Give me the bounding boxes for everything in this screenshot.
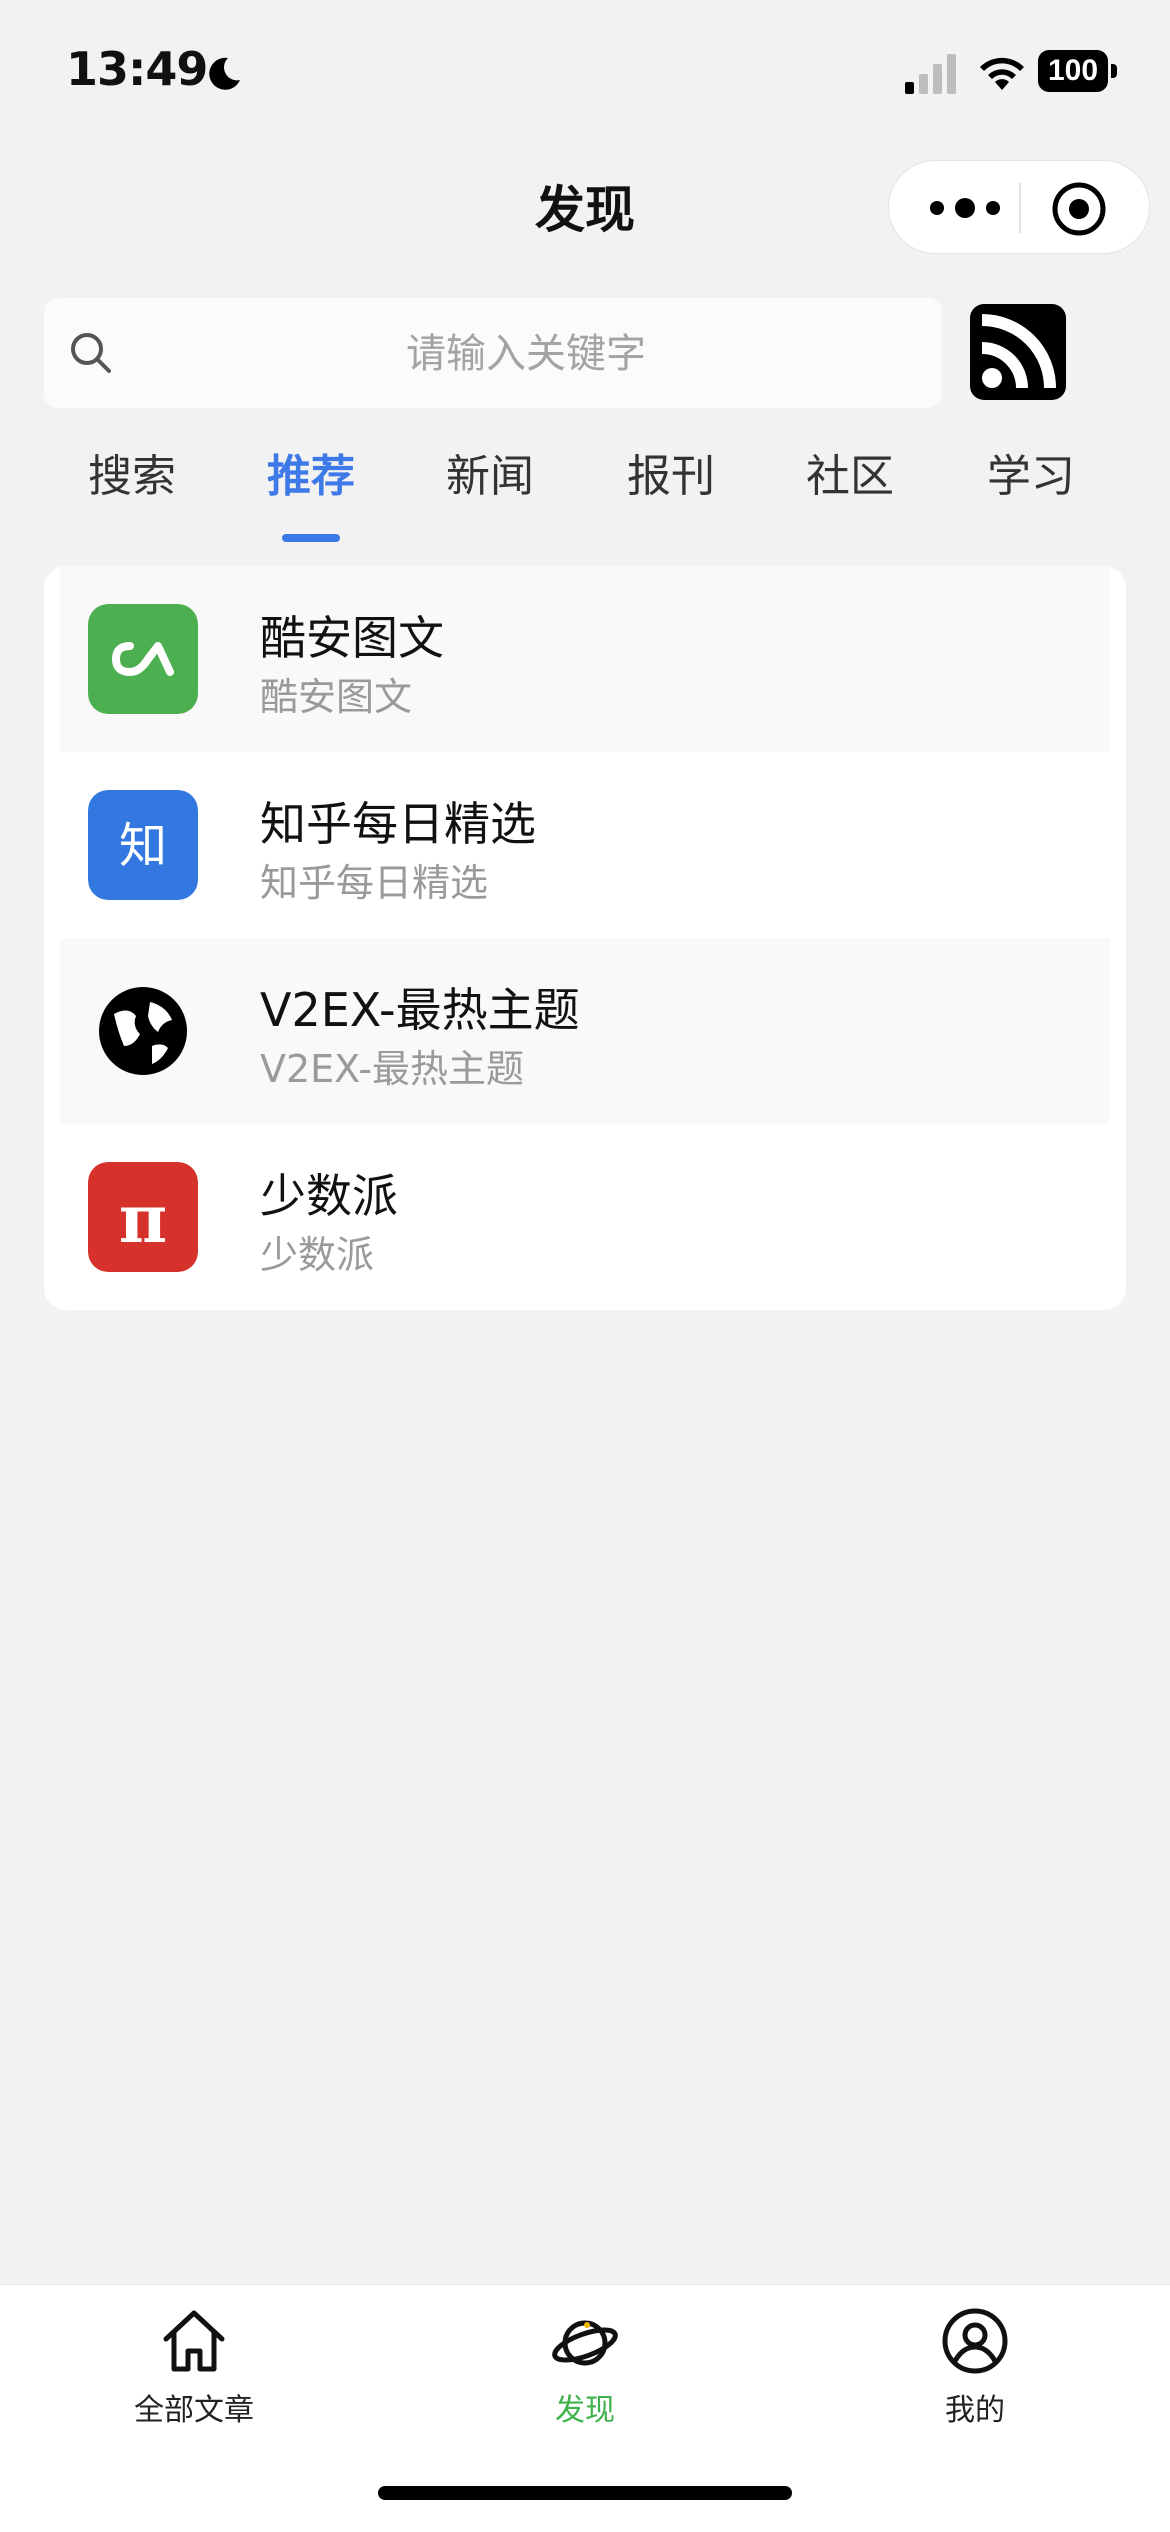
feed-title: 少数派 — [260, 1169, 398, 1223]
battery-nub — [1111, 64, 1117, 78]
globe-icon — [99, 987, 187, 1075]
sspai-icon: π — [88, 1162, 198, 1272]
tabbar-label: 全部文章 — [134, 2393, 254, 2428]
tabbar-label: 发现 — [555, 2393, 615, 2428]
feed-subtitle: 少数派 — [260, 1233, 375, 1277]
sspai-icon-glyph: π — [119, 1180, 167, 1258]
search-icon — [71, 333, 111, 373]
tabbar-mine[interactable]: 我的 — [855, 2305, 1095, 2429]
capsule-divider — [1019, 183, 1021, 233]
feed-item-v2ex[interactable]: V2EX-最热主题 V2EX-最热主题 — [60, 938, 1110, 1124]
tab-community[interactable]: 社区 — [806, 440, 894, 504]
user-icon — [942, 2308, 1008, 2374]
moon-icon — [209, 57, 240, 90]
search-input[interactable] — [134, 298, 918, 410]
tab-study[interactable]: 学习 — [987, 440, 1075, 504]
feed-title: V2EX-最热主题 — [260, 983, 580, 1037]
zhihu-icon-glyph: 知 — [119, 818, 167, 874]
zhihu-icon: 知 — [88, 790, 198, 900]
more-icon[interactable] — [925, 191, 1025, 225]
feed-title: 酷安图文 — [260, 611, 444, 665]
miniprogram-capsule — [888, 160, 1150, 254]
active-tab-indicator — [282, 534, 340, 542]
rss-icon[interactable] — [970, 304, 1066, 400]
battery-indicator: 100 — [1038, 50, 1118, 94]
feed-item-coolapk[interactable]: 酷安图文 酷安图文 — [60, 566, 1110, 752]
tabbar-label: 我的 — [945, 2393, 1005, 2428]
status-time: 13:49 — [66, 42, 208, 96]
tab-newspapers[interactable]: 报刊 — [627, 440, 715, 504]
tabbar-discover[interactable]: 发现 — [465, 2305, 705, 2429]
home-icon — [163, 2310, 225, 2372]
battery-level: 100 — [1038, 50, 1108, 92]
search-bar[interactable] — [44, 298, 942, 410]
feed-item-zhihu[interactable]: 知 知乎每日精选 知乎每日精选 — [60, 752, 1110, 938]
feed-item-sspai[interactable]: π 少数派 少数派 — [60, 1124, 1110, 1310]
feed-title: 知乎每日精选 — [260, 797, 536, 851]
feed-subtitle: V2EX-最热主题 — [260, 1047, 525, 1091]
close-miniprogram-icon[interactable] — [1049, 179, 1109, 239]
feed-list: 酷安图文 酷安图文 知 知乎每日精选 知乎每日精选 V2EX-最热主题 V2EX… — [44, 566, 1126, 1310]
coolapk-icon — [88, 604, 198, 714]
tabbar-all-articles[interactable]: 全部文章 — [74, 2305, 314, 2429]
wifi-icon — [980, 57, 1024, 90]
tab-recommend[interactable]: 推荐 — [267, 440, 355, 504]
feed-subtitle: 酷安图文 — [260, 675, 413, 719]
tab-search[interactable]: 搜索 — [88, 440, 176, 504]
feed-subtitle: 知乎每日精选 — [260, 861, 489, 905]
cellular-signal-icon — [905, 54, 956, 94]
category-tabs: 搜索 推荐 新闻 报刊 社区 学习 — [0, 440, 1170, 550]
tab-news[interactable]: 新闻 — [446, 440, 534, 504]
home-indicator — [378, 2486, 792, 2500]
status-bar: 13:49 100 — [0, 0, 1170, 140]
planet-icon — [552, 2320, 618, 2366]
